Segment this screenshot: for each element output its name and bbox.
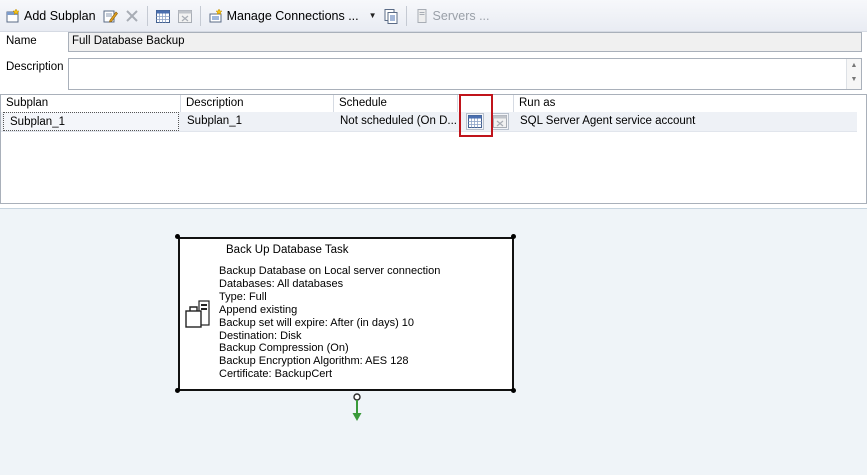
delete-subplan-button[interactable] <box>121 4 143 28</box>
description-field[interactable]: ▲ ▼ <box>68 58 862 90</box>
scroll-down-icon[interactable]: ▼ <box>847 73 861 87</box>
manage-connections-icon <box>208 7 224 24</box>
subplan-cell[interactable]: Subplan_1 <box>3 112 179 131</box>
name-field[interactable]: Full Database Backup <box>68 32 862 52</box>
subplan-schedule-button[interactable] <box>152 4 174 28</box>
add-subplan-button[interactable]: Add Subplan <box>2 4 99 28</box>
schedule-highlight <box>459 94 493 137</box>
manage-connections-button[interactable]: Manage Connections ... <box>205 4 362 28</box>
resize-handle-bottom-left[interactable] <box>175 388 180 393</box>
resize-handle-top-right[interactable] <box>511 234 516 239</box>
toolbar-separator <box>146 5 148 26</box>
column-header-description[interactable]: Description <box>181 95 334 112</box>
edit-properties-icon <box>102 8 118 24</box>
run-as-cell[interactable]: SQL Server Agent service account <box>514 112 857 131</box>
backup-database-task[interactable]: Back Up Database Task Backup Database on… <box>178 237 514 391</box>
description-label: Description <box>6 61 64 73</box>
column-header-run-as[interactable]: Run as <box>514 95 857 112</box>
servers-button[interactable]: Servers ... <box>411 4 493 28</box>
task-detail-line: Backup Encryption Algorithm: AES 128 <box>219 355 409 368</box>
servers-label: Servers ... <box>432 8 490 23</box>
scroll-up-icon[interactable]: ▲ <box>847 59 861 73</box>
description-scrollbar[interactable]: ▲ ▼ <box>846 59 861 89</box>
manage-connections-label: Manage Connections ... <box>226 8 359 23</box>
task-title: Back Up Database Task <box>226 244 349 256</box>
manage-connections-dropdown[interactable]: ▼ <box>362 4 380 28</box>
column-header-subplan[interactable]: Subplan <box>1 95 181 112</box>
task-details: Backup Database on Local server connecti… <box>219 265 440 381</box>
task-detail-line: Backup Compression (On) <box>219 342 349 355</box>
toolbar-separator <box>405 5 407 26</box>
calendar-icon <box>155 8 171 24</box>
schedule-cell[interactable]: Not scheduled (On D... <box>334 112 458 131</box>
remove-schedule-button[interactable] <box>174 4 196 28</box>
remove-schedule-icon <box>177 8 193 24</box>
server-icon <box>414 8 430 24</box>
grid-header: Subplan Description Schedule Run as <box>1 95 857 113</box>
name-label: Name <box>6 35 37 47</box>
task-detail-line: Databases: All databases <box>219 277 344 290</box>
add-subplan-icon <box>5 7 21 24</box>
backup-task-icon <box>184 299 214 331</box>
chevron-down-icon: ▼ <box>368 11 377 20</box>
task-detail-line: Destination: Disk <box>219 329 302 342</box>
task-detail-line: Backup set will expire: After (in days) … <box>219 316 415 329</box>
task-detail-line: Backup Database on Local server connecti… <box>219 265 441 277</box>
add-subplan-label: Add Subplan <box>24 8 96 23</box>
toolbar-separator <box>199 5 201 26</box>
precedence-connector-arrow[interactable] <box>351 392 363 424</box>
toolbar: Add Subplan Manage Connections ... ▼ Ser… <box>0 0 867 32</box>
task-detail-line: Certificate: BackupCert <box>219 368 333 381</box>
edit-subplan-button[interactable] <box>99 4 121 28</box>
column-header-schedule[interactable]: Schedule <box>334 95 458 112</box>
description-cell[interactable]: Subplan_1 <box>181 112 334 131</box>
table-row[interactable]: Subplan_1 Subplan_1 Not scheduled (On D.… <box>1 112 857 132</box>
resize-handle-top-left[interactable] <box>175 234 180 239</box>
remove-schedule-icon <box>493 115 507 128</box>
remove-schedule-row-button[interactable] <box>491 113 509 130</box>
resize-handle-bottom-right[interactable] <box>511 388 516 393</box>
task-detail-line: Append existing <box>219 303 298 316</box>
task-detail-line: Type: Full <box>219 290 267 303</box>
reporting-logging-button[interactable] <box>380 4 402 28</box>
report-icon <box>383 8 399 24</box>
subplan-grid: Subplan Description Schedule Run as Subp… <box>0 94 867 204</box>
delete-icon <box>124 8 140 24</box>
